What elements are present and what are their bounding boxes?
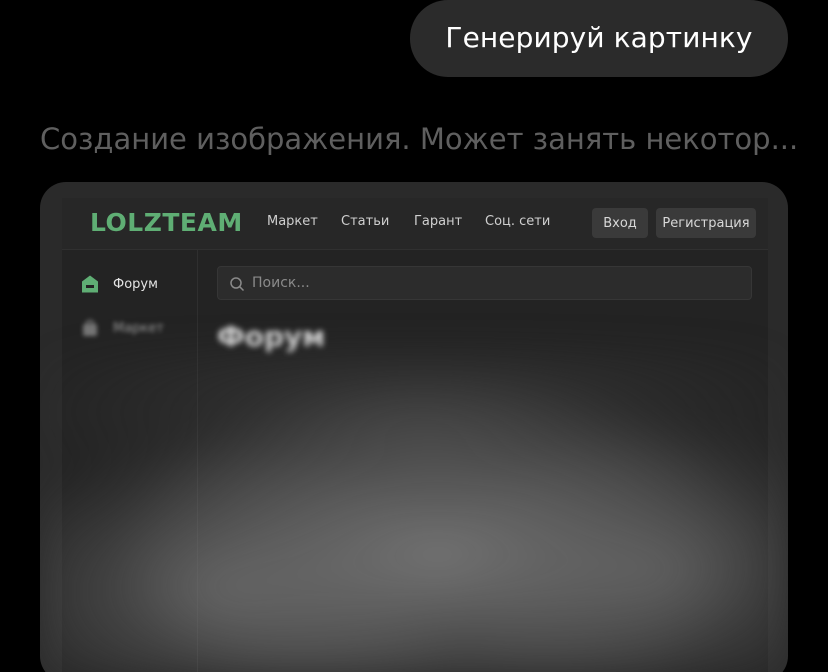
sidebar-item-label: Форум [113,276,158,292]
nav-item-articles: Статьи [341,214,390,229]
user-message-text: Генерируй картинку [445,21,753,54]
chat-view: Генерируй картинку Создание изображения.… [0,0,828,672]
generation-status-text: Создание изображения. Может занять некот… [40,122,799,156]
nav-item-social: Соц. сети [485,214,551,229]
sidebar-item-label: Маркет [113,320,164,336]
generated-image-preview[interactable]: LOLZTEAM Маркет Статьи Гарант Соц. сети … [40,182,788,672]
register-button: Регистрация [656,208,756,238]
login-button: Вход [592,208,648,238]
search-input: Поиск... [217,266,752,300]
mock-site-header: LOLZTEAM Маркет Статьи Гарант Соц. сети … [62,198,768,250]
market-icon [83,319,97,336]
nav-item-market: Маркет [267,214,318,229]
sidebar-item-forum: Форум [80,274,158,294]
nav-item-guarantor: Гарант [414,214,463,229]
blurred-loading-area [40,352,788,672]
sidebar-item-market: Маркет [80,318,164,338]
home-icon [82,275,98,293]
user-message-bubble: Генерируй картинку [410,0,788,77]
page-title: Форум [217,320,326,353]
search-placeholder: Поиск... [252,275,310,291]
site-logo: LOLZTEAM [90,208,243,237]
search-icon [230,277,245,292]
